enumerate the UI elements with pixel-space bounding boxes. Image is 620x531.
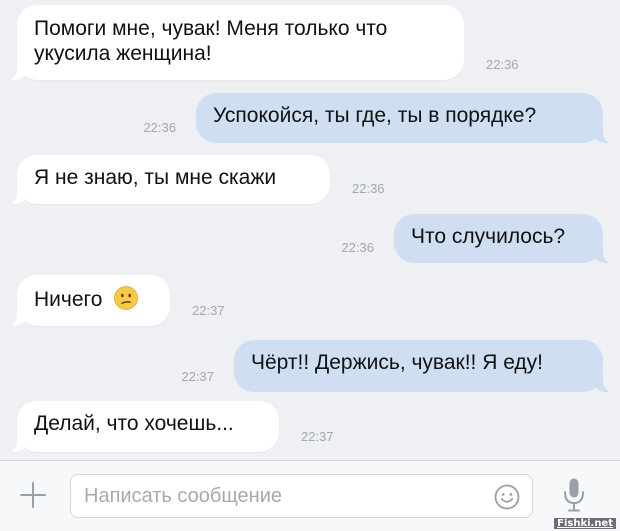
message-text: Ничего (34, 288, 103, 311)
message-bubble[interactable]: Что случилось? (394, 214, 615, 263)
message-text: Что случилось? (411, 225, 566, 248)
message-time: 22:37 (192, 303, 225, 318)
message-input[interactable]: Написать сообщение (70, 474, 533, 518)
chat-history: Помоги мне, чувак! Меня только что укуси… (0, 0, 620, 460)
message-text: Я не знаю, ты мне скажи (34, 166, 277, 189)
message-time: 22:37 (181, 369, 214, 384)
confused-face-icon (114, 286, 139, 310)
message-incoming: Делай, что хочешь... 22:37 (5, 401, 334, 452)
message-text: Делай, что хочешь... (34, 412, 234, 435)
message-outgoing: 22:37 Чёрт!! Держись, чувак!! Я еду! (181, 340, 615, 392)
smile-icon[interactable] (494, 484, 520, 510)
message-incoming: Я не знаю, ты мне скажи 22:36 (5, 155, 385, 204)
message-time: 22:36 (341, 240, 374, 255)
message-bubble[interactable]: Успокойся, ты где, ты в порядке? (196, 93, 615, 143)
message-text: Чёрт!! Держись, чувак!! Я еду! (251, 351, 544, 374)
message-bubble[interactable]: Чёрт!! Держись, чувак!! Я еду! (234, 340, 615, 392)
watermark: Fishki.net (554, 518, 616, 529)
microphone-icon[interactable] (562, 477, 586, 513)
message-outgoing: 22:36 Успокойся, ты где, ты в порядке? (143, 93, 615, 143)
message-bubble[interactable]: Помоги мне, чувак! Меня только что укуси… (5, 5, 464, 80)
message-input-placeholder: Написать сообщение (84, 485, 283, 507)
message-bubble[interactable]: Делай, что хочешь... (5, 401, 279, 452)
message-incoming: Помоги мне, чувак! Меня только что укуси… (5, 5, 519, 80)
message-time: 22:36 (143, 120, 176, 135)
message-text: Успокойся, ты где, ты в порядке? (213, 104, 537, 127)
message-time: 22:36 (486, 57, 519, 72)
message-text-line: Помоги мне, чувак! Меня только что (34, 17, 388, 40)
message-incoming: Ничего 22:37 (5, 275, 225, 326)
plus-icon[interactable] (18, 480, 48, 510)
message-composer: Написать сообщение Fishki.net (0, 460, 620, 531)
message-bubble[interactable]: Ничего (5, 275, 170, 326)
message-time: 22:36 (352, 181, 385, 196)
message-time: 22:37 (301, 429, 334, 444)
message-bubble[interactable]: Я не знаю, ты мне скажи (5, 155, 330, 204)
message-text-line: укусила женщина! (34, 42, 212, 65)
message-outgoing: 22:36 Что случилось? (341, 214, 615, 263)
